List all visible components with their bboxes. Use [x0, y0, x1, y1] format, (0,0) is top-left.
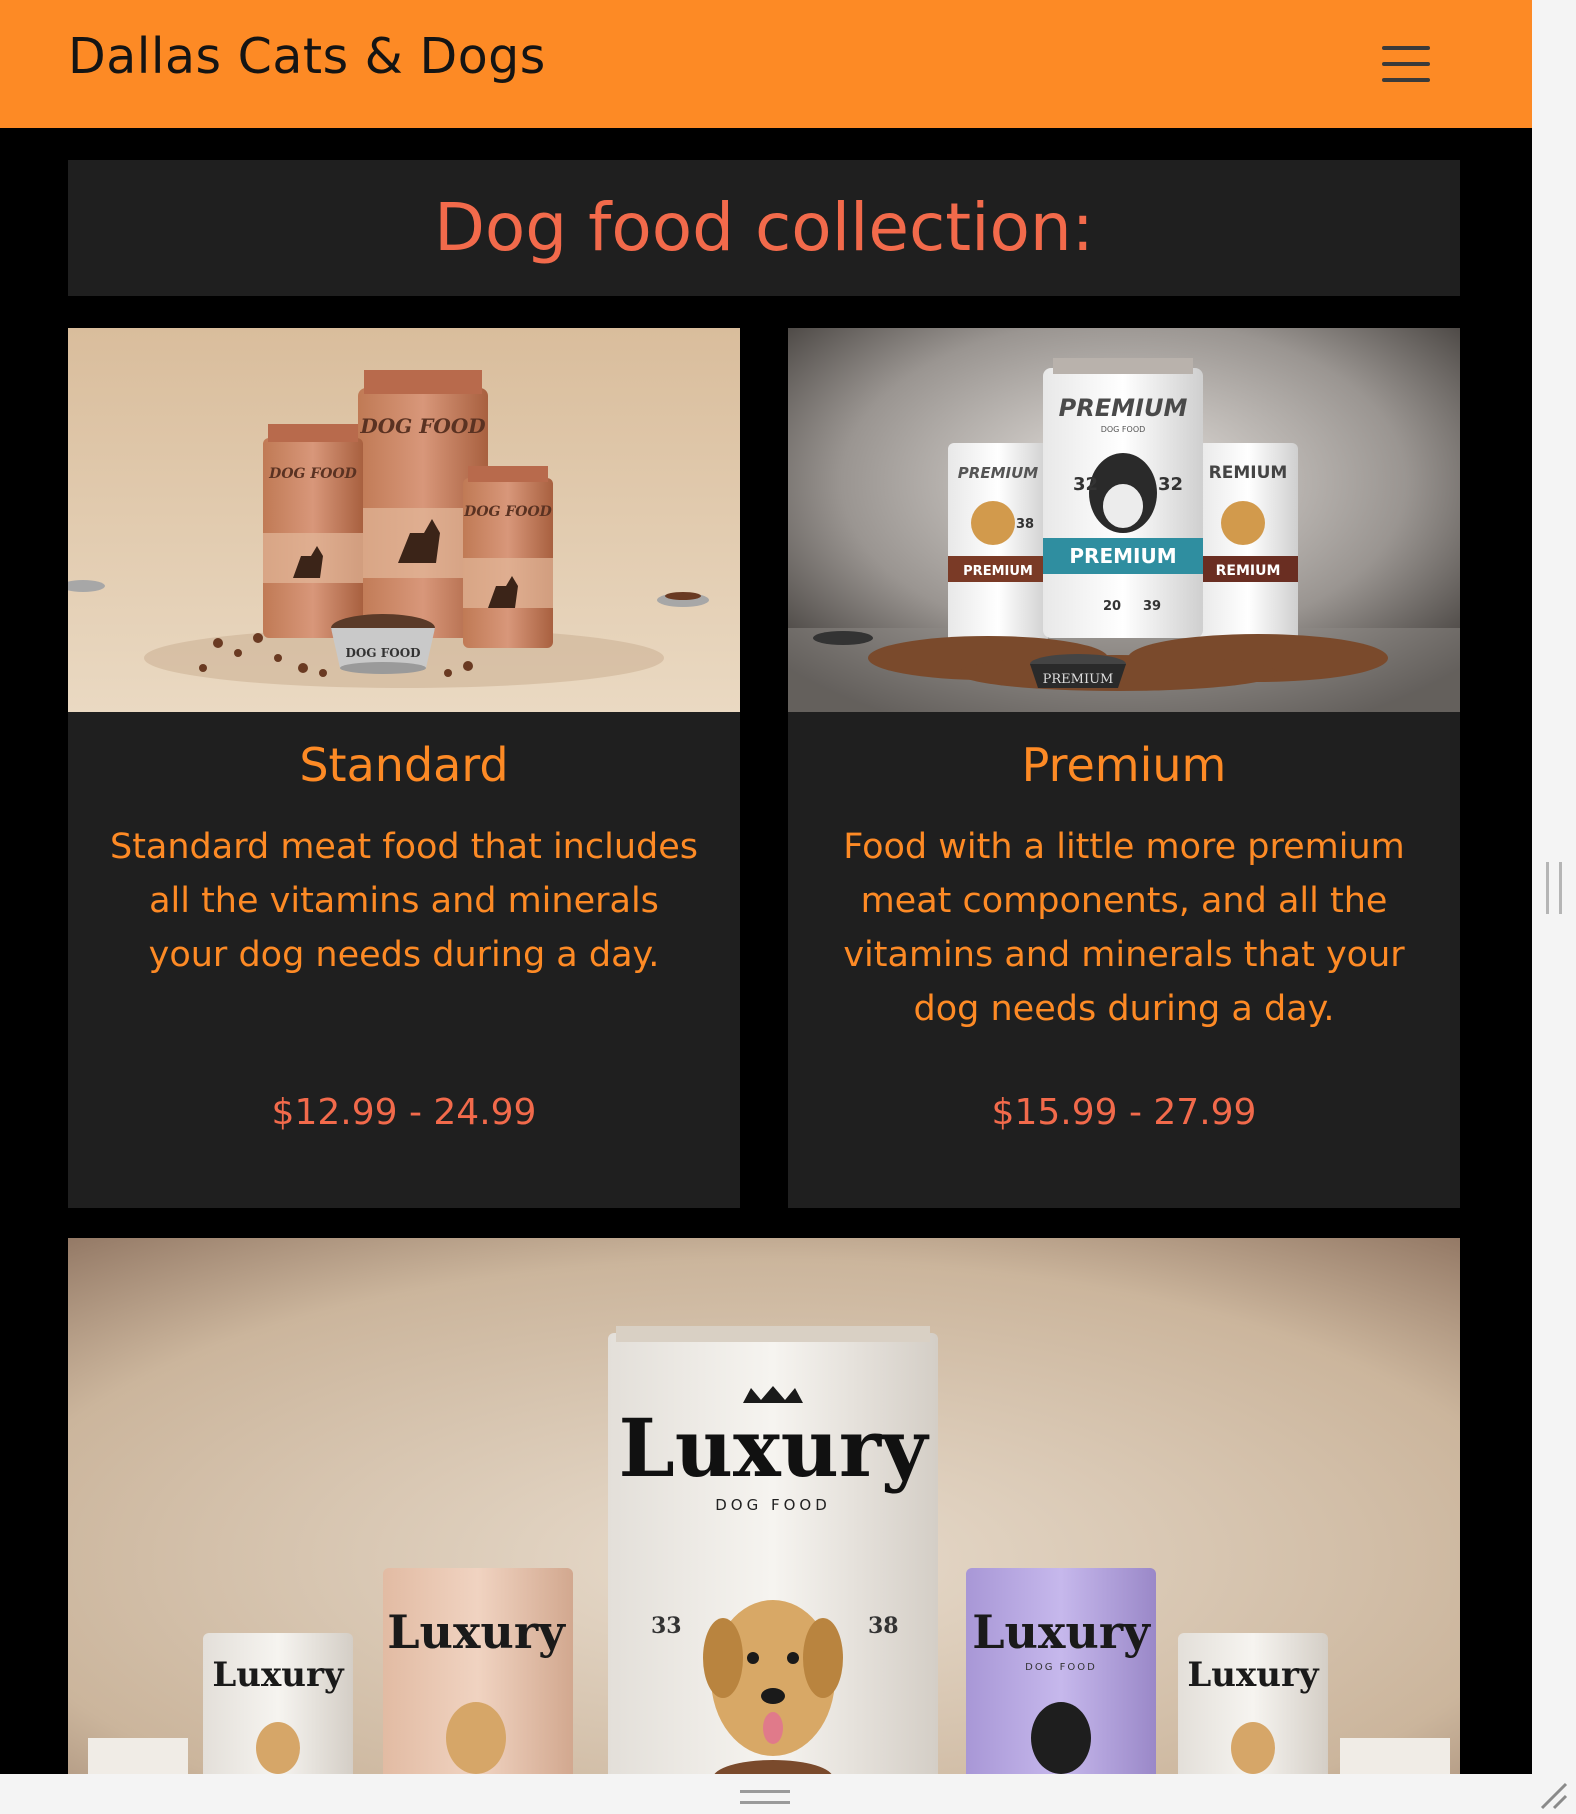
- premium-bag-sub: DOG FOOD: [1101, 425, 1146, 434]
- product-card-standard: DOG FOOD DOG FOOD DOG FOOD DOG FOOD Stan…: [68, 328, 740, 1208]
- product-price: $12.99 - 24.99: [271, 1092, 537, 1133]
- premium-num-a2: 32: [1158, 474, 1183, 495]
- luxury-num-b: 38: [868, 1613, 899, 1639]
- luxury-left-brand: Luxury: [212, 1655, 345, 1695]
- product-description: Food with a little more premium meat com…: [843, 827, 1405, 1029]
- standard-bowl-label: DOG FOOD: [345, 646, 420, 660]
- product-title: Standard: [299, 738, 509, 792]
- standard-right-bag-label: DOG FOOD: [463, 504, 552, 520]
- premium-num-c: 20: [1103, 599, 1121, 614]
- collection-heading-panel: Dog food collection:: [68, 160, 1460, 296]
- hamburger-menu-icon[interactable]: [1382, 46, 1430, 82]
- scrollbar-grip-icon[interactable]: [1546, 862, 1562, 914]
- premium-num-a: 32: [1073, 474, 1098, 495]
- premium-num-b: 38: [1016, 517, 1034, 532]
- menu-bar-line: [1382, 78, 1430, 82]
- standard-left-bag-label: DOG FOOD: [268, 466, 357, 482]
- premium-bowl-label: PREMIUM: [1043, 672, 1114, 687]
- luxury-peach-brand: Luxury: [387, 1605, 566, 1659]
- product-card-premium: PREMIUM PREMIUM REMIUM REMIUM PREMIUM DO…: [788, 328, 1460, 1208]
- menu-bar-line: [1382, 46, 1430, 50]
- brand-title[interactable]: Dallas Cats & Dogs: [68, 28, 546, 85]
- luxury-right-brand: Luxury: [1187, 1655, 1320, 1695]
- premium-left-band: PREMIUM: [963, 564, 1033, 579]
- resize-corner-icon[interactable]: [1536, 1778, 1570, 1812]
- premium-left-bag-brand: PREMIUM: [958, 464, 1038, 482]
- product-description: Standard meat food that includes all the…: [109, 827, 698, 975]
- product-price: $15.99 - 27.99: [991, 1092, 1257, 1133]
- drag-handle-icon[interactable]: [740, 1790, 790, 1804]
- luxury-product-image: Luxury Luxury Luxury DOG FOOD Luxury Lux…: [68, 1238, 1460, 1774]
- menu-bar-line: [1382, 62, 1430, 66]
- premium-right-band: REMIUM: [1216, 563, 1281, 579]
- luxury-purple-sub: DOG FOOD: [1025, 1662, 1097, 1673]
- top-navbar: Dallas Cats & Dogs: [0, 0, 1532, 128]
- premium-product-image: PREMIUM PREMIUM REMIUM REMIUM PREMIUM DO…: [788, 328, 1460, 712]
- product-title: Premium: [1021, 738, 1227, 792]
- premium-right-bag-brand: REMIUM: [1209, 463, 1288, 483]
- standard-bag-label: DOG FOOD: [359, 414, 486, 438]
- luxury-num-a: 33: [651, 1613, 682, 1639]
- luxury-purple-brand: Luxury: [972, 1605, 1151, 1659]
- premium-num-d: 39: [1143, 599, 1161, 614]
- bottom-resize-bar[interactable]: [0, 1774, 1576, 1814]
- premium-band: PREMIUM: [1069, 544, 1176, 568]
- premium-bag-brand: PREMIUM: [1059, 394, 1188, 422]
- collection-heading: Dog food collection:: [434, 189, 1094, 266]
- luxury-center-brand: Luxury: [619, 1401, 930, 1495]
- standard-product-image: DOG FOOD DOG FOOD DOG FOOD DOG FOOD: [68, 328, 740, 712]
- luxury-center-sub: DOG FOOD: [715, 1496, 831, 1514]
- vertical-scrollbar[interactable]: [1532, 0, 1576, 1774]
